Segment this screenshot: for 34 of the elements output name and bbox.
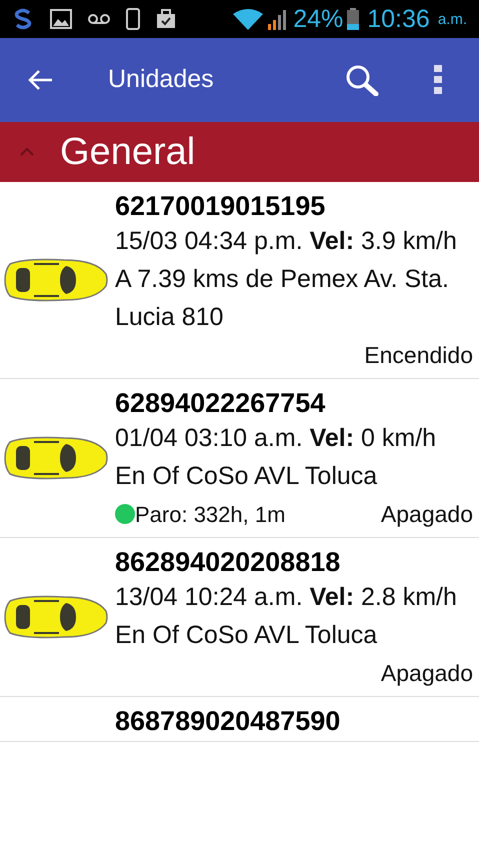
stop-duration: Paro: 332h, 1m	[135, 500, 286, 528]
battery-percentage: 24%	[293, 6, 344, 32]
unit-id: 862894020208818	[115, 546, 342, 578]
unit-address: En Of CoSo AVL Toluca	[115, 461, 378, 492]
group-title: General	[60, 130, 196, 174]
unit-id: 62894022267754	[115, 387, 326, 419]
unit-id: 868789020487590	[115, 705, 342, 737]
engine-status: Apagado	[380, 500, 473, 529]
unit-row[interactable]: 862894020208818 13/04 10:24 a.m. Vel: 2.8 km/h En Of CoSo AVL Toluca Apagado	[0, 538, 479, 697]
unit-address: A 7.39 kms de Pemex Av. Sta. Lucia 810	[115, 264, 450, 333]
unit-row[interactable]: 62170019015195 15/03 04:34 p.m. Vel: 3.9 km/h A 7.39 kms de Pemex Av. Sta. Lucia 810 Encendido	[0, 182, 479, 379]
more-options-icon	[433, 65, 443, 95]
report-details: 13/04 10:24 a.m. Vel: 2.8 km/h	[115, 582, 458, 613]
clock-period: a.m.	[438, 12, 467, 26]
group-header[interactable]: General	[0, 122, 479, 182]
phone-icon	[126, 8, 140, 30]
briefcase-check-icon	[156, 9, 176, 29]
unit-row[interactable]: 868789020487590	[0, 697, 479, 742]
image-icon	[50, 9, 72, 29]
app-logo-icon	[12, 8, 34, 30]
unit-row[interactable]: 62894022267754 01/04 03:10 a.m. Vel: 0 km/h En Of CoSo AVL Toluca Paro: 332h, 1m Apagado	[0, 379, 479, 538]
wifi-icon	[233, 8, 264, 30]
clock: 10:36	[367, 6, 430, 32]
report-details: 01/04 03:10 a.m. Vel: 0 km/h	[115, 423, 438, 454]
search-icon	[345, 64, 379, 96]
unit-id: 62170019015195	[115, 190, 326, 222]
voicemail-icon	[88, 13, 110, 25]
engine-status: Apagado	[380, 658, 473, 688]
engine-status: Encendido	[364, 340, 473, 370]
unit-address: En Of CoSo AVL Toluca	[115, 620, 378, 651]
battery-icon	[347, 8, 360, 30]
back-arrow-icon	[27, 69, 53, 91]
screen-title: Unidades	[108, 64, 214, 96]
report-details: 15/03 04:34 p.m. Vel: 3.9 km/h	[115, 226, 458, 257]
